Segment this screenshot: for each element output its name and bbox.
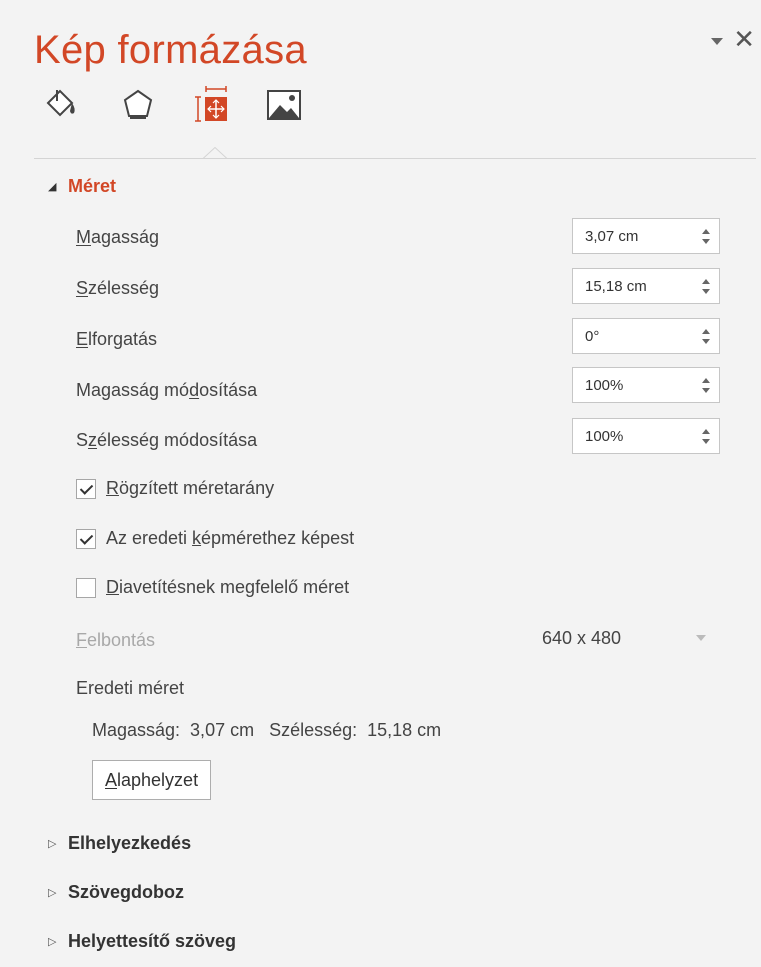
width-label: Szélesség [76, 278, 160, 298]
spin-up-icon[interactable] [702, 428, 710, 434]
pane-title: Kép formázása [34, 28, 307, 72]
lock-aspect-ratio-checkbox[interactable]: Rögzített méretarány [76, 478, 274, 499]
relative-to-original-label: Az eredeti képmérethez képest [106, 528, 355, 548]
spin-up-icon[interactable] [702, 228, 710, 234]
spin-down-icon[interactable] [702, 387, 710, 393]
height-value[interactable]: 3,07 cm [573, 228, 693, 245]
tab-size-properties[interactable] [190, 80, 234, 130]
section-textbox-title: Szövegdoboz [68, 882, 184, 902]
checkbox-checked[interactable] [76, 478, 96, 499]
pane-controls: ✕ [711, 27, 755, 53]
scale-height-label: Magasság módosítása [76, 380, 258, 400]
picture-icon [267, 90, 301, 120]
spin-down-icon[interactable] [702, 238, 710, 244]
original-size-label: Eredeti méret [76, 678, 185, 698]
original-size-values: Magasság: 3,07 cm Szélesség: 15,18 cm [92, 720, 442, 740]
relative-to-original-checkbox[interactable]: Az eredeti képmérethez képest [76, 528, 354, 549]
dropdown-triangle-icon[interactable] [711, 37, 724, 45]
expanded-triangle-icon: ◢ [48, 181, 57, 193]
section-size-header[interactable]: ◢ Méret [48, 176, 116, 197]
spin-down-icon[interactable] [702, 438, 710, 444]
section-position-title: Elhelyezkedés [68, 833, 192, 853]
format-picture-pane: Kép formázása ✕ ◢ Méret Magasság 3,07 cm… [0, 0, 761, 967]
best-scale-slideshow-checkbox[interactable]: Diavetítésnek megfelelő méret [76, 577, 349, 598]
tab-fill-line[interactable] [40, 80, 84, 130]
spin-down-icon[interactable] [702, 288, 710, 294]
resolution-dropdown[interactable]: 640 x 480 [536, 620, 720, 656]
width-spin-arrows[interactable] [693, 269, 719, 303]
lock-aspect-ratio-label: Rögzített méretarány [106, 478, 275, 498]
collapsed-triangle-icon: ▷ [48, 936, 57, 948]
spin-up-icon[interactable] [702, 377, 710, 383]
rotation-label: Elforgatás [76, 329, 158, 349]
section-position-header[interactable]: ▷ Elhelyezkedés [48, 833, 191, 854]
rotation-spinner[interactable]: 0° [572, 318, 720, 354]
height-spin-arrows[interactable] [693, 219, 719, 253]
scale-height-spinner[interactable]: 100% [572, 367, 720, 403]
scale-width-spin-arrows[interactable] [693, 419, 719, 453]
section-size-title: Méret [68, 176, 117, 196]
scale-height-spin-arrows[interactable] [693, 368, 719, 402]
section-alt-text-title: Helyettesítő szöveg [68, 931, 237, 951]
size-position-icon [195, 86, 227, 122]
tab-picture[interactable] [262, 80, 306, 130]
checkbox-unchecked[interactable] [76, 577, 96, 598]
pentagon-icon [123, 89, 153, 119]
reset-button[interactable]: Alaphelyzet [92, 760, 212, 800]
spin-up-icon[interactable] [702, 328, 710, 334]
width-value[interactable]: 15,18 cm [573, 278, 693, 295]
resolution-value[interactable]: 640 x 480 [536, 628, 696, 649]
width-spinner[interactable]: 15,18 cm [572, 268, 720, 304]
tab-effects[interactable] [116, 80, 160, 130]
section-textbox-header[interactable]: ▷ Szövegdoboz [48, 882, 184, 903]
resolution-label: Felbontás [76, 630, 156, 650]
tab-separator [34, 158, 756, 159]
section-alt-text-header[interactable]: ▷ Helyettesítő szöveg [48, 931, 236, 952]
checkbox-checked[interactable] [76, 528, 96, 549]
spin-down-icon[interactable] [702, 338, 710, 344]
scale-height-value[interactable]: 100% [573, 377, 693, 394]
scale-width-value[interactable]: 100% [573, 428, 693, 445]
scale-width-label: Szélesség módosítása [76, 430, 258, 450]
collapsed-triangle-icon: ▷ [48, 838, 57, 850]
close-icon[interactable]: ✕ [733, 27, 755, 53]
rotation-value[interactable]: 0° [573, 328, 693, 345]
best-scale-slideshow-label: Diavetítésnek megfelelő méret [106, 577, 350, 597]
rotation-spin-arrows[interactable] [693, 319, 719, 353]
scale-width-spinner[interactable]: 100% [572, 418, 720, 454]
height-spinner[interactable]: 3,07 cm [572, 218, 720, 254]
height-label: Magasság [76, 227, 160, 247]
collapsed-triangle-icon: ▷ [48, 887, 57, 899]
chevron-down-icon[interactable] [696, 635, 706, 641]
spin-up-icon[interactable] [702, 278, 710, 284]
paint-bucket-icon [46, 89, 75, 117]
